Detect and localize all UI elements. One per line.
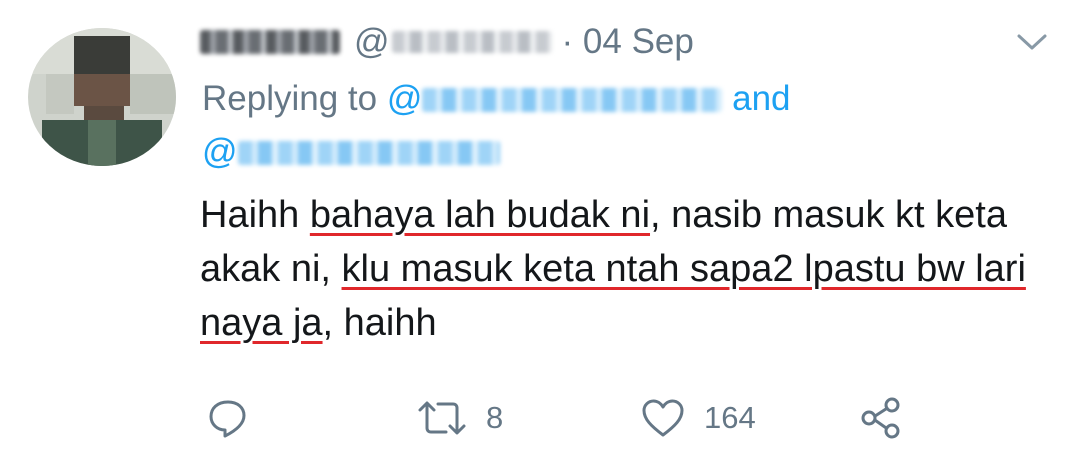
avatar-pixel-block <box>130 74 176 114</box>
mention-1-at: @ <box>386 79 423 118</box>
like-count: 164 <box>704 400 756 435</box>
mention-2-at: @ <box>202 132 238 171</box>
tweet-text-part: , haihh <box>322 302 437 344</box>
tweet-header: @ · 04 Sep <box>200 18 694 66</box>
avatar[interactable] <box>28 28 176 166</box>
tweet-text-part: Haihh <box>200 194 310 236</box>
share-icon <box>858 395 904 441</box>
mention-2[interactable]: @ <box>202 132 500 171</box>
reply-icon <box>206 396 250 440</box>
tweet[interactable]: @ · 04 Sep Replying to @ and @ Haihh bah… <box>0 0 1080 454</box>
avatar-pixel-block <box>74 36 130 76</box>
mention-1[interactable]: @ <box>387 79 723 118</box>
tweet-text: Haihh bahaya lah budak ni, nasib masuk k… <box>200 188 1040 350</box>
share-button[interactable] <box>858 390 904 446</box>
replying-to: Replying to @ and @ <box>202 72 1022 178</box>
replying-label: Replying to <box>202 79 378 118</box>
handle-redacted[interactable] <box>391 31 552 53</box>
action-bar: 8 164 <box>0 390 1080 446</box>
like-button[interactable]: 164 <box>640 390 756 446</box>
and-label: and <box>732 79 791 118</box>
handle-at[interactable]: @ <box>354 22 390 62</box>
heart-icon <box>640 396 686 440</box>
chevron-down-icon[interactable] <box>1016 30 1048 54</box>
avatar-pixel-block <box>46 74 74 114</box>
mention-1-redacted <box>422 88 723 112</box>
reply-button[interactable] <box>206 390 250 446</box>
display-name-redacted[interactable] <box>200 30 340 54</box>
avatar-pixel-block <box>88 120 116 166</box>
retweet-icon <box>416 396 468 440</box>
retweet-count: 8 <box>486 400 504 435</box>
retweet-button[interactable]: 8 <box>416 390 503 446</box>
tweet-text-spellcheck-part: bahaya lah budak ni <box>309 194 651 236</box>
mention-2-redacted <box>237 141 500 165</box>
tweet-date[interactable]: · 04 Sep <box>562 22 694 62</box>
avatar-pixel-block <box>74 74 130 106</box>
